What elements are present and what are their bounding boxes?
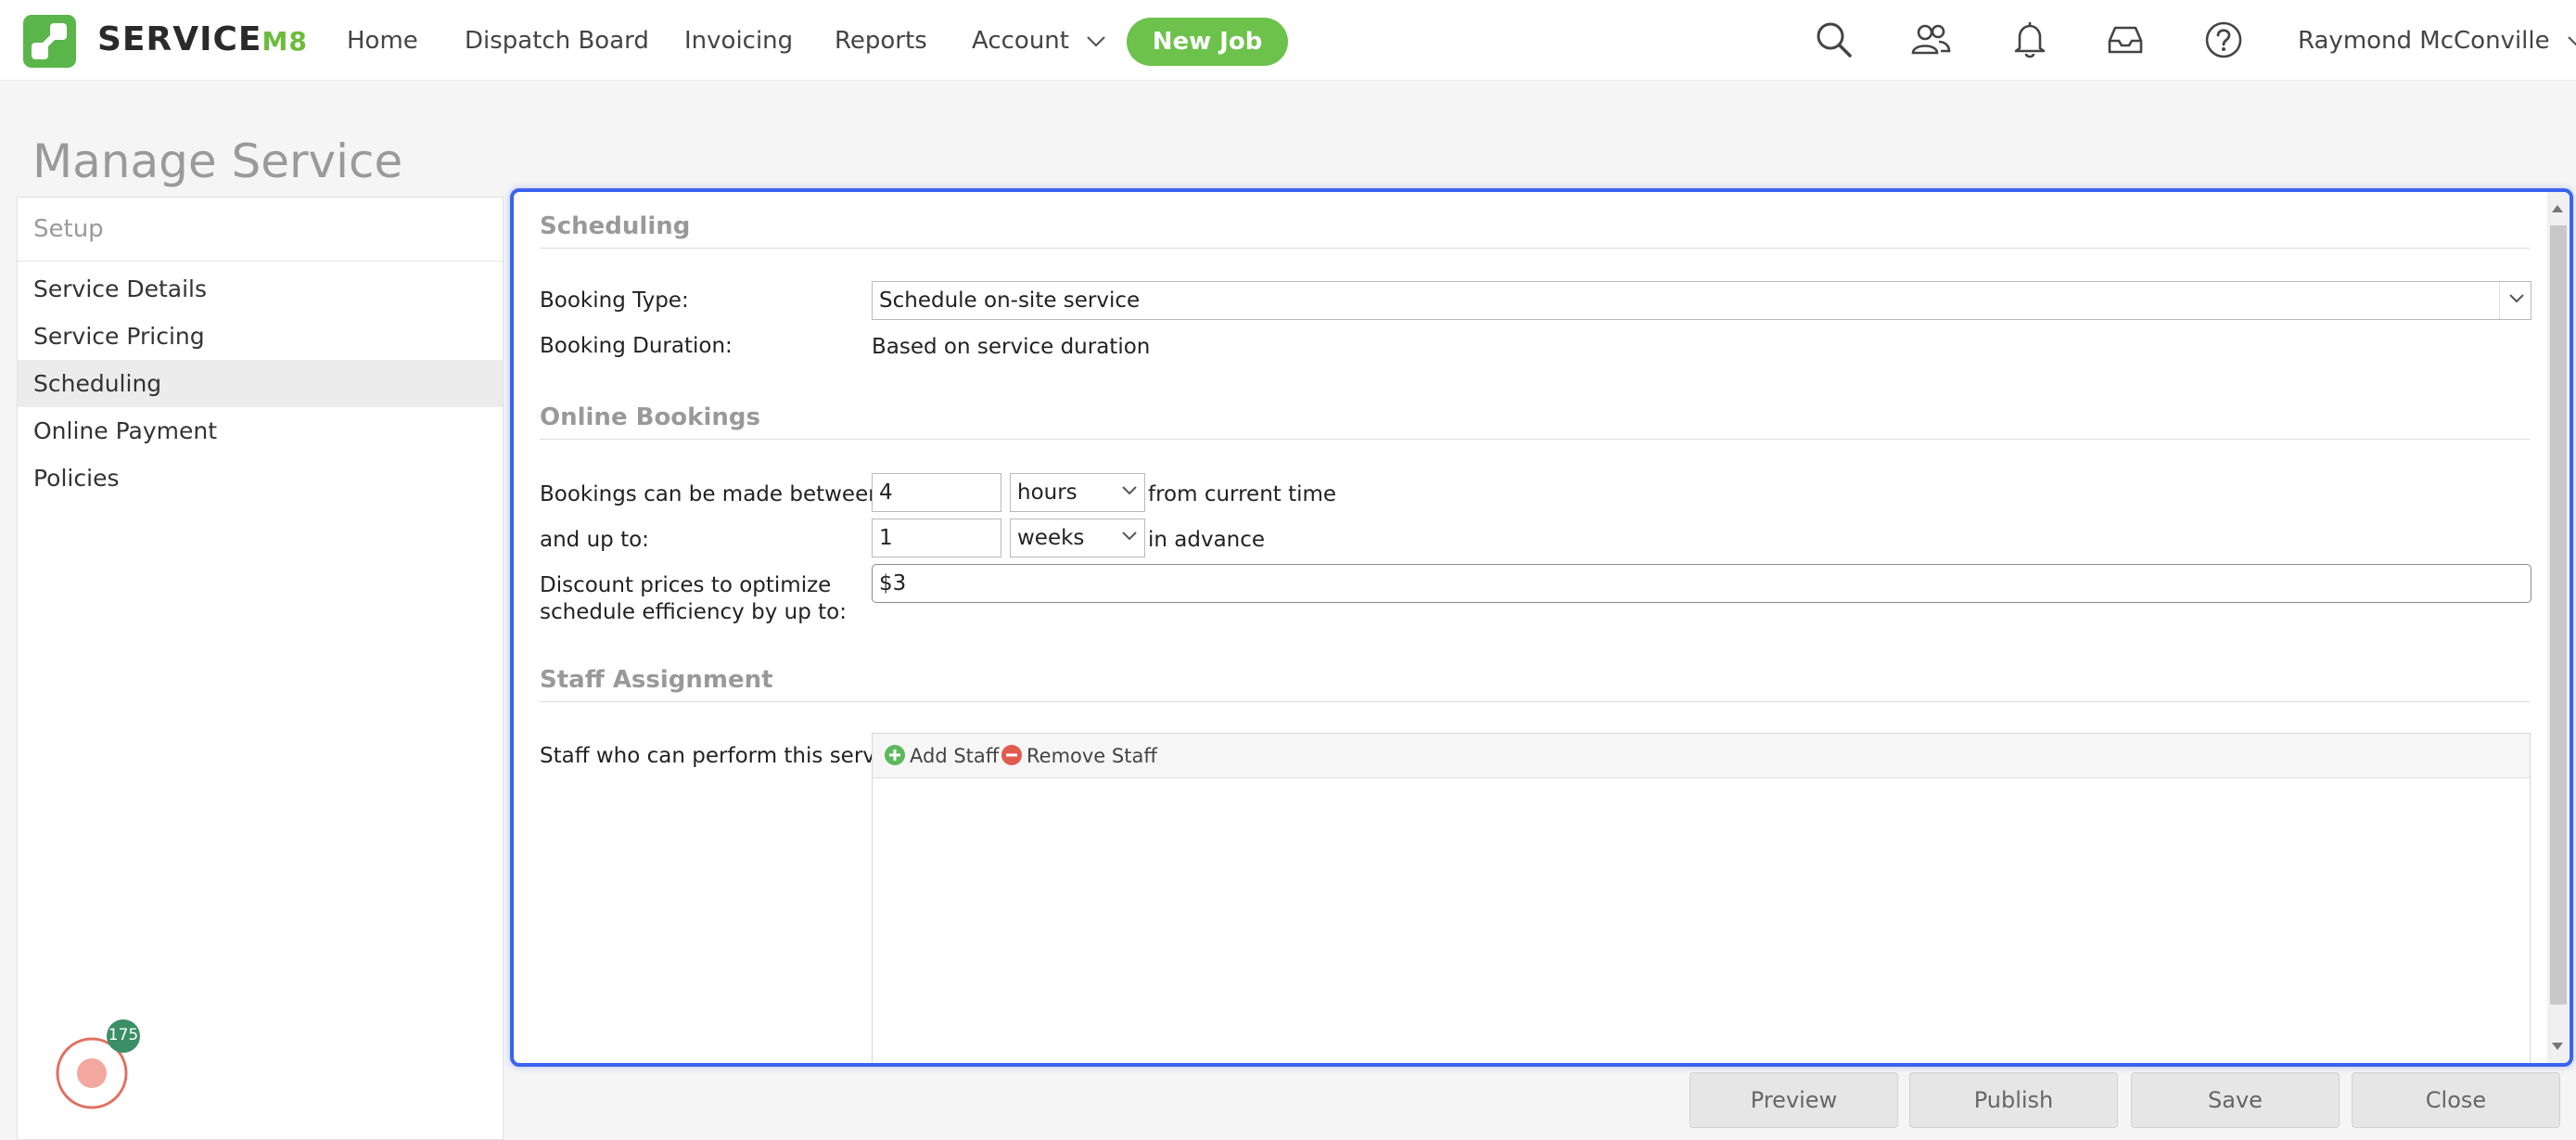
sidebar-item-policies[interactable]: Policies [18,455,503,502]
scheduling-panel: Scheduling Booking Type: Schedule on-sit… [510,188,2573,1067]
chevron-down-icon [1122,532,1137,541]
publish-button[interactable]: Publish [1909,1072,2118,1128]
close-button[interactable]: Close [2352,1072,2560,1128]
section-divider [540,701,2530,702]
sidebar-item-service-pricing[interactable]: Service Pricing [18,313,503,360]
bookings-between-input[interactable]: 4 [872,473,1001,512]
booking-type-select[interactable]: Schedule on-site service [872,281,2531,320]
staff-toolbar: Add Staff Remove Staff [873,734,2530,778]
search-icon[interactable] [1813,19,1855,61]
booking-type-label: Booking Type: [540,288,689,313]
setup-sidebar: Setup Service Details Service Pricing Sc… [17,197,504,1140]
up-to-suffix: in advance [1148,528,1266,552]
nav-reports[interactable]: Reports [835,24,927,58]
remove-icon [1001,745,1022,765]
bell-icon[interactable] [2009,19,2051,61]
nav-account[interactable]: Account [972,24,1106,58]
servicem8-logo-icon[interactable] [23,15,76,68]
remove-staff-button[interactable]: Remove Staff [1001,744,1157,768]
staff-label: Staff who can perform this service: [540,744,913,768]
bookings-between-label: Bookings can be made between: [540,482,889,506]
up-to-input[interactable]: 1 [872,519,1001,557]
booking-duration-label: Booking Duration: [540,334,733,358]
page-title: Manage Service [32,134,403,188]
scroll-down-icon[interactable] [2552,1043,2563,1050]
scroll-thumb[interactable] [2550,225,2567,1005]
bookings-between-unit: hours [1017,480,1078,505]
help-icon[interactable] [2202,19,2245,61]
bookings-between-unit-select[interactable]: hours [1010,473,1145,512]
new-job-button[interactable]: New Job [1127,18,1288,66]
scroll-up-icon[interactable] [2552,205,2563,212]
people-icon[interactable] [1909,19,1952,61]
add-icon [885,745,905,765]
staff-list[interactable]: Add Staff Remove Staff [872,733,2531,1063]
logo-wordmark: SERVICEM8 [97,21,308,58]
top-navigation-bar: SERVICEM8 Home Dispatch Board Invoicing … [0,0,2576,81]
nav-home[interactable]: Home [347,24,418,58]
remove-staff-label: Remove Staff [1027,745,1157,767]
booking-type-value: Schedule on-site service [879,288,1141,313]
up-to-unit: weeks [1017,526,1085,550]
bookings-between-suffix: from current time [1148,482,1337,506]
booking-duration-value: Based on service duration [872,335,1151,359]
user-name: Raymond McConville [2298,27,2550,55]
chevron-down-icon [2568,35,2576,46]
up-to-label: and up to: [540,528,649,552]
notification-widget[interactable]: 175 [38,1016,149,1118]
chevron-down-icon [1087,35,1106,47]
nav-account-label: Account [972,27,1069,55]
logo-text-main: SERVICE [97,20,262,58]
add-staff-button[interactable]: Add Staff [884,744,999,768]
user-menu[interactable]: Raymond McConville [2298,24,2576,58]
discount-label-line1: Discount prices to optimize [540,573,832,597]
section-title-staff-assignment: Staff Assignment [540,666,773,694]
discount-label-line2: schedule efficiency by up to: [540,600,847,624]
section-divider [540,248,2530,249]
notification-count: 175 [108,1026,139,1044]
nav-invoicing[interactable]: Invoicing [684,24,793,58]
section-divider [540,439,2530,440]
panel-scrollbar[interactable] [2547,192,2570,1063]
logo-text-suffix: M8 [261,26,308,57]
up-to-unit-select[interactable]: weeks [1010,519,1145,557]
add-staff-label: Add Staff [910,745,1000,767]
discount-input[interactable]: $3 [872,564,2531,603]
chevron-down-icon [1122,486,1137,495]
sidebar-item-service-details[interactable]: Service Details [18,265,503,313]
nav-dispatch-board[interactable]: Dispatch Board [465,24,649,58]
sidebar-item-online-payment[interactable]: Online Payment [18,407,503,455]
sidebar-item-scheduling[interactable]: Scheduling [18,360,503,407]
section-title-online-bookings: Online Bookings [540,403,760,431]
save-button[interactable]: Save [2131,1072,2340,1128]
discount-label: Discount prices to optimize schedule eff… [540,572,847,626]
preview-button[interactable]: Preview [1690,1072,1898,1128]
sidebar-header: Setup [18,198,503,262]
chevron-down-icon [2509,294,2524,303]
inbox-icon[interactable] [2104,19,2147,61]
section-title-scheduling: Scheduling [540,212,691,240]
